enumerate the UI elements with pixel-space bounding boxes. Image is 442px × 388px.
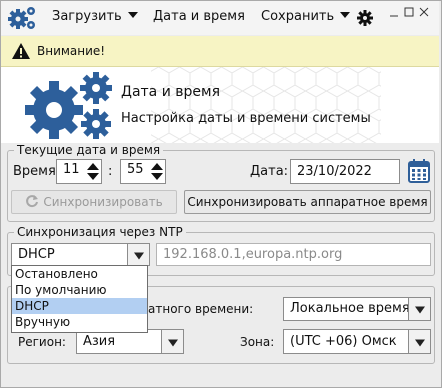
- warning-triangle-icon: [12, 43, 30, 59]
- menu-datetime[interactable]: Дата и время: [153, 9, 245, 24]
- dropdown-option-dhcp[interactable]: DHCP: [12, 298, 147, 314]
- hours-value: 11: [63, 162, 80, 177]
- ntp-servers-field[interactable]: 192.168.0.1,europa.ntp.org: [156, 243, 431, 266]
- chevron-down-icon: [167, 339, 178, 347]
- dropdown-option-default[interactable]: По умолчанию: [12, 282, 147, 298]
- maximize-icon: [404, 7, 414, 17]
- ntp-legend: Синхронизация через NTP: [14, 225, 186, 239]
- hw-clock-label: атного времени:: [148, 302, 254, 316]
- chevron-down-icon: [414, 306, 425, 314]
- hours-spinner[interactable]: [86, 161, 100, 182]
- zone-label: Зона:: [240, 335, 275, 349]
- refresh-icon: [26, 195, 39, 208]
- ntp-mode-value: DHCP: [18, 247, 55, 262]
- sync-hw-button[interactable]: Синхронизировать аппаратное время: [184, 190, 431, 214]
- dropdown-option-manual[interactable]: Вручную: [12, 314, 147, 330]
- time-separator: :: [108, 164, 113, 179]
- gears-icon: [8, 7, 35, 29]
- gear-icon[interactable]: [357, 10, 373, 26]
- zone-value: (UTC +06) Омск: [290, 334, 397, 349]
- ntp-mode-dropdown-button[interactable]: [127, 244, 149, 265]
- spin-down-icon: [151, 173, 163, 180]
- hw-clock-dropdown-button[interactable]: [408, 298, 430, 320]
- dropdown-option-stopped[interactable]: Остановлено: [12, 266, 147, 282]
- hw-clock-value: Локальное время: [290, 301, 410, 316]
- zone-dropdown-button[interactable]: [408, 330, 430, 353]
- sync-button-label: Синхронизировать: [43, 195, 163, 209]
- menu-save-label: Сохранить: [261, 9, 335, 24]
- region-label: Регион:: [18, 335, 66, 349]
- date-input[interactable]: 23/10/2022: [290, 159, 400, 184]
- date-label: Дата:: [250, 164, 289, 179]
- window-controls: [390, 7, 429, 17]
- region-dropdown-button[interactable]: [161, 330, 183, 353]
- current-datetime-legend: Текущие дата и время: [14, 143, 164, 157]
- spin-up-icon: [87, 163, 99, 170]
- spin-down-icon: [87, 173, 99, 180]
- minutes-value: 55: [127, 162, 144, 177]
- minutes-spinner[interactable]: [150, 161, 164, 182]
- warning-text: Внимание!: [37, 44, 106, 58]
- calendar-icon[interactable]: [407, 158, 431, 184]
- page-title: Дата и время: [121, 84, 220, 100]
- ntp-mode-dropdown-list: Остановлено По умолчанию DHCP Вручную: [11, 265, 148, 333]
- chevron-down-icon: [340, 12, 351, 18]
- menu-save[interactable]: Сохранить: [261, 9, 351, 24]
- page-subtitle: Настройка даты и времени системы: [121, 111, 371, 126]
- chevron-down-icon: [414, 339, 425, 347]
- menu-load-label: Загрузить: [52, 9, 122, 24]
- gears-icon: [25, 72, 112, 139]
- menu-load[interactable]: Загрузить: [52, 9, 138, 24]
- chevron-down-icon: [127, 12, 138, 18]
- time-label: Время:: [13, 164, 61, 179]
- spin-up-icon: [151, 163, 163, 170]
- sync-button[interactable]: Синхронизировать: [11, 190, 177, 214]
- region-value: Азия: [83, 334, 116, 349]
- chevron-down-icon: [133, 252, 144, 260]
